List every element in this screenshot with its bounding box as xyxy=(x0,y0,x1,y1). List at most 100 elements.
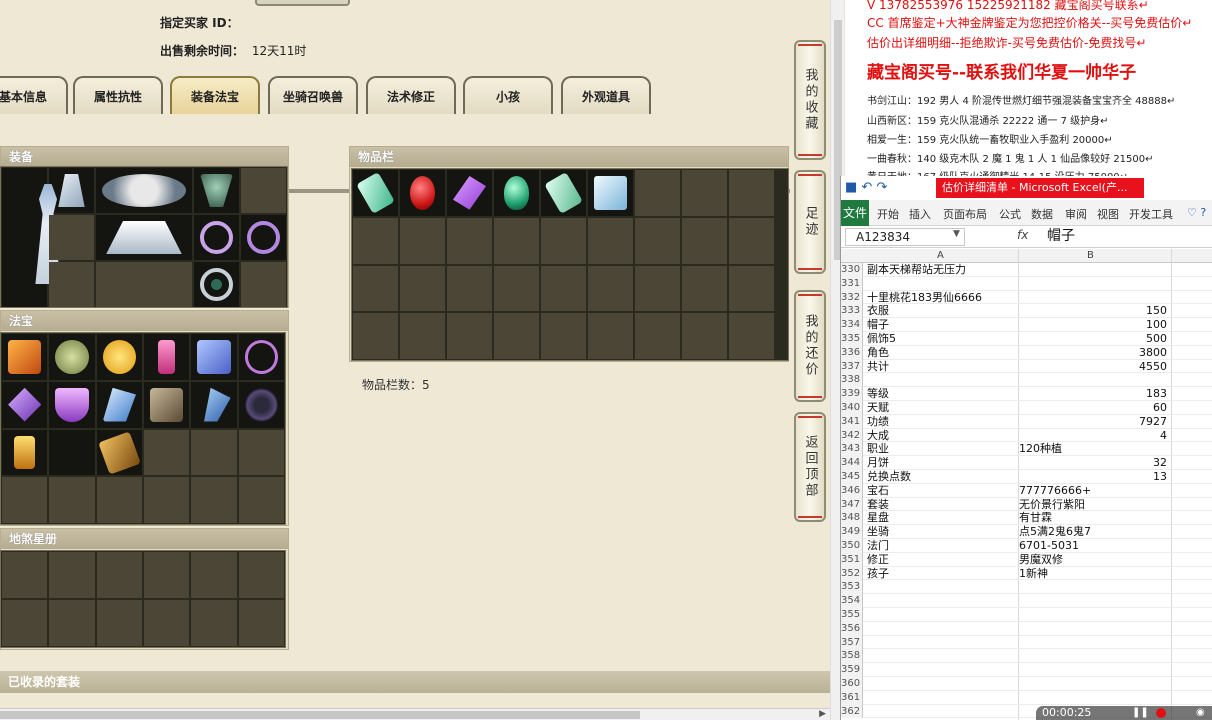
disha-slot[interactable] xyxy=(238,600,284,646)
cell-a[interactable]: 天赋 xyxy=(867,401,1017,415)
row-number[interactable]: 353 xyxy=(841,580,863,595)
cell-a[interactable]: 十里桃花183男仙6666 xyxy=(867,291,1017,305)
fabao-slot[interactable] xyxy=(49,429,95,476)
fabao-slot[interactable] xyxy=(96,429,142,476)
bag-slot-empty[interactable] xyxy=(588,313,633,359)
row-number[interactable]: 359 xyxy=(841,663,863,677)
fabao-slot[interactable] xyxy=(191,381,237,428)
row-number[interactable]: 354 xyxy=(841,594,863,608)
tab-child[interactable]: 小孩 xyxy=(463,76,553,114)
row-number[interactable]: 348 xyxy=(841,511,863,526)
back-to-top-button[interactable]: 返回顶部 xyxy=(794,412,826,522)
disha-slot[interactable] xyxy=(2,552,48,598)
disha-slot[interactable] xyxy=(191,600,237,646)
row-number[interactable]: 349 xyxy=(841,525,863,539)
cell-a[interactable]: 衣服 xyxy=(867,304,1017,318)
equip-slot-empty[interactable] xyxy=(96,262,192,307)
fabao-slot[interactable] xyxy=(143,334,190,380)
bag-slot-empty[interactable] xyxy=(635,217,680,264)
bag-slot-empty[interactable] xyxy=(353,217,398,264)
bag-slot-empty[interactable] xyxy=(682,265,727,312)
fabao-slot[interactable] xyxy=(238,334,284,380)
equip-slot-bracelet[interactable] xyxy=(194,215,239,260)
row-number[interactable]: 338 xyxy=(841,373,863,388)
fabao-slot[interactable] xyxy=(2,429,48,476)
bag-slot-empty[interactable] xyxy=(682,170,727,216)
row-number[interactable]: 333 xyxy=(841,304,863,319)
tab-basic-info[interactable]: 基本信息 xyxy=(0,76,68,114)
bag-slot-empty[interactable] xyxy=(400,265,445,312)
cell-a[interactable]: 孩子 xyxy=(867,567,1017,581)
disha-slot[interactable] xyxy=(143,600,190,646)
ribbon-tab-review[interactable]: 审阅 xyxy=(1065,206,1087,222)
bag-slot-empty[interactable] xyxy=(729,217,774,264)
disha-slot[interactable] xyxy=(49,552,95,598)
disha-slot[interactable] xyxy=(2,600,48,646)
ribbon-tab-home[interactable]: 开始 xyxy=(877,206,899,222)
bag-slot-empty[interactable] xyxy=(635,265,680,312)
fabao-slot-empty[interactable] xyxy=(238,477,284,523)
cell-b[interactable]: 183 xyxy=(1019,387,1167,401)
row-number[interactable]: 341 xyxy=(841,414,863,429)
bag-slot-empty[interactable] xyxy=(729,313,774,359)
bag-slot-empty[interactable] xyxy=(494,217,539,264)
row-number[interactable]: 357 xyxy=(841,635,863,650)
equip-slot-robe[interactable] xyxy=(49,168,94,213)
cell-a[interactable]: 角色 xyxy=(867,346,1017,360)
ribbon-tab-layout[interactable]: 页面布局 xyxy=(943,206,987,222)
bag-slot-empty[interactable] xyxy=(400,313,445,359)
horizontal-scrollbar[interactable]: ▶ xyxy=(0,708,830,720)
bag-slot-empty[interactable] xyxy=(682,313,727,359)
fabao-slot-empty[interactable] xyxy=(96,477,142,523)
row-number[interactable]: 352 xyxy=(841,566,863,581)
ribbon-tab-insert[interactable]: 插入 xyxy=(909,206,931,222)
cell-a[interactable]: 宝石 xyxy=(867,484,1017,498)
cell-b[interactable]: 777776666+ xyxy=(1019,484,1167,498)
tab-mounts[interactable]: 坐骑召唤兽 xyxy=(268,76,358,114)
row-number[interactable]: 332 xyxy=(841,290,863,305)
row-number[interactable]: 343 xyxy=(841,442,863,457)
row-number[interactable]: 340 xyxy=(841,400,863,415)
cell-a[interactable]: 佩饰5 xyxy=(867,332,1017,346)
equip-slot-empty[interactable] xyxy=(49,215,94,260)
scroll-right-icon[interactable]: ▶ xyxy=(819,709,826,719)
bag-slot-empty[interactable] xyxy=(541,265,586,312)
disha-slot[interactable] xyxy=(191,552,237,598)
bag-slot-empty[interactable] xyxy=(494,265,539,312)
cell-a[interactable]: 坐骑 xyxy=(867,525,1017,539)
cell-b[interactable]: 4 xyxy=(1019,429,1167,443)
cell-b[interactable]: 120种植 xyxy=(1019,442,1167,456)
row-number[interactable]: 346 xyxy=(841,483,863,498)
cell-a[interactable]: 星盘 xyxy=(867,511,1017,525)
equip-slot-necklace[interactable] xyxy=(194,168,239,213)
bag-slot-empty[interactable] xyxy=(447,217,492,264)
camera-icon[interactable]: ◉ xyxy=(1196,706,1205,720)
fx-icon[interactable]: fx xyxy=(1017,228,1028,242)
cell-a[interactable]: 帽子 xyxy=(867,318,1017,332)
fabao-slot[interactable] xyxy=(96,381,142,428)
ribbon-tab-data[interactable]: 数据 xyxy=(1031,206,1053,222)
bag-slot-empty[interactable] xyxy=(682,217,727,264)
cell-a[interactable]: 功绩 xyxy=(867,415,1017,429)
row-number[interactable]: 350 xyxy=(841,538,863,553)
namebox-dropdown-icon[interactable]: ▼ xyxy=(953,229,960,239)
cell-b[interactable]: 60 xyxy=(1019,401,1167,415)
fabao-slot-empty[interactable] xyxy=(143,477,190,523)
bag-slot-empty[interactable] xyxy=(635,170,680,216)
column-header-b[interactable]: B xyxy=(1087,250,1094,261)
row-number[interactable]: 330 xyxy=(841,263,863,277)
row-number[interactable]: 361 xyxy=(841,690,863,705)
bag-slot-empty[interactable] xyxy=(588,217,633,264)
bag-slot-empty[interactable] xyxy=(494,313,539,359)
cell-b[interactable]: 13 xyxy=(1019,470,1167,484)
fabao-slot-empty[interactable] xyxy=(2,477,48,523)
cell-b[interactable]: 4550 xyxy=(1019,360,1167,374)
tab-attributes[interactable]: 属性抗性 xyxy=(73,76,163,114)
cell-a[interactable]: 共计 xyxy=(867,360,1017,374)
cell-b[interactable]: 32 xyxy=(1019,456,1167,470)
bag-slot[interactable] xyxy=(494,170,539,216)
bag-slot[interactable] xyxy=(400,170,445,216)
cell-b[interactable]: 100 xyxy=(1019,318,1167,332)
disha-slot[interactable] xyxy=(96,600,142,646)
fabao-slot[interactable] xyxy=(49,381,95,428)
